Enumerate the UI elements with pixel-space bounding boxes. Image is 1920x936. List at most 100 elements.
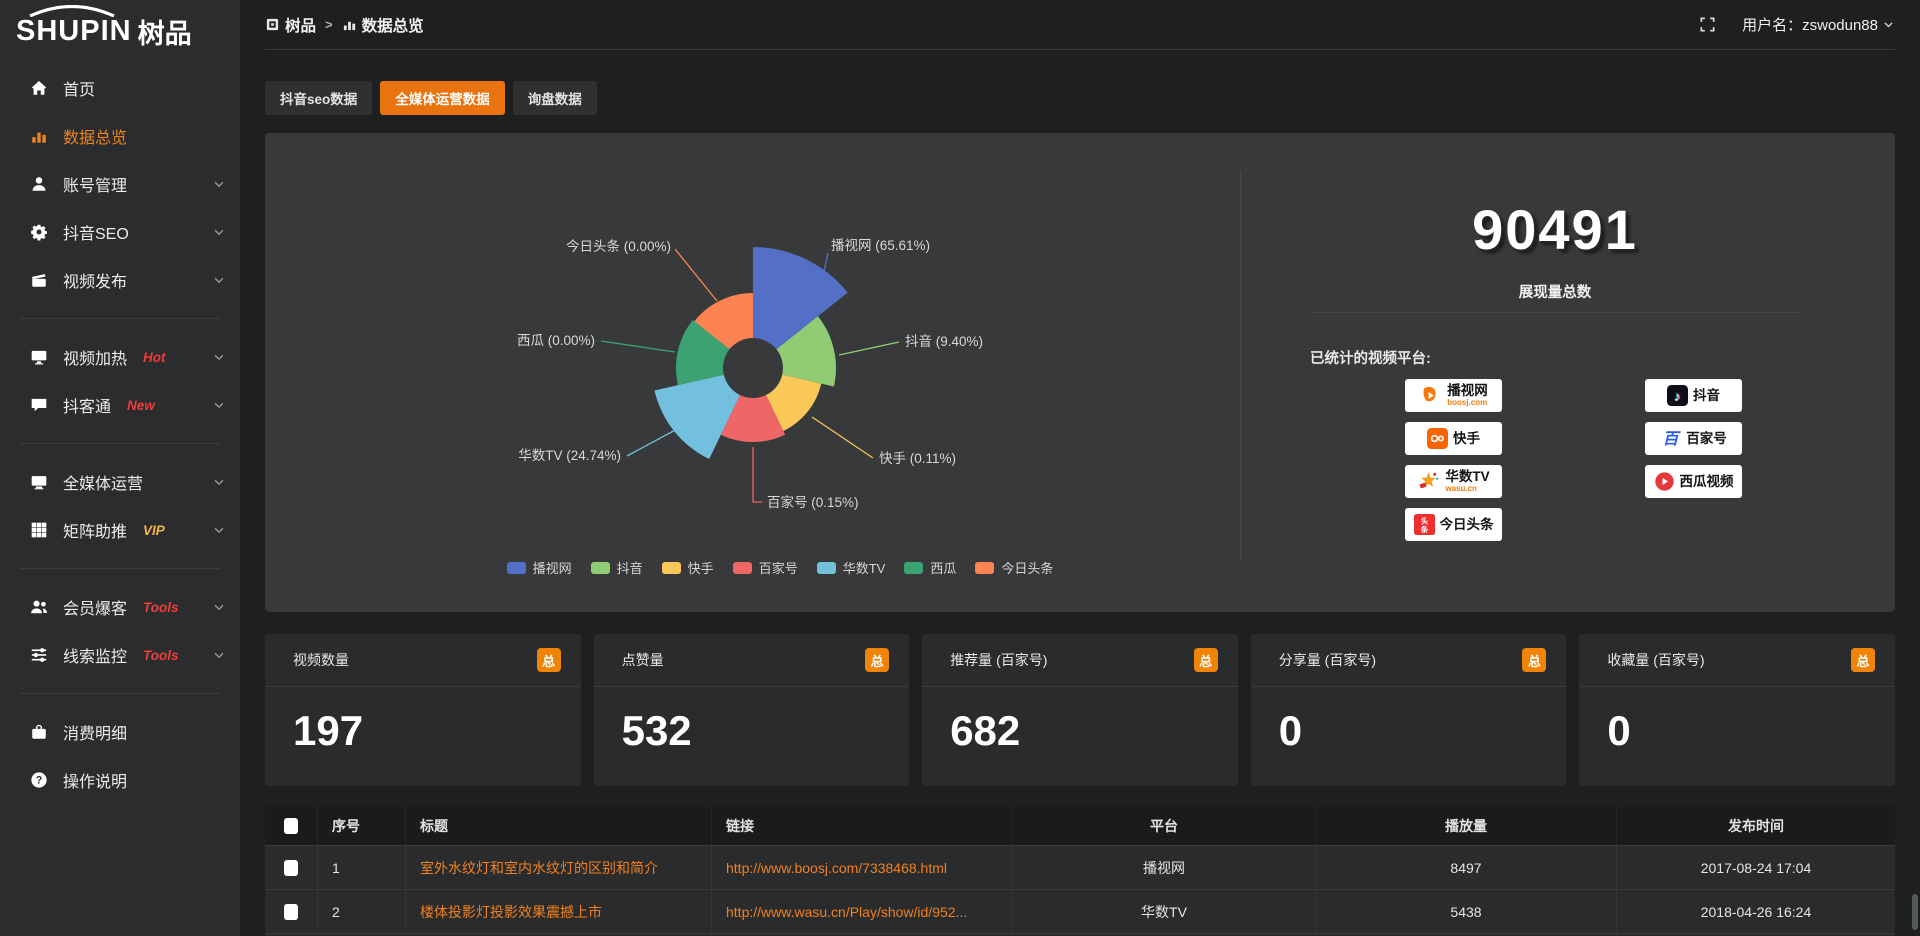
fullscreen-icon[interactable] <box>1699 16 1716 33</box>
users-icon <box>30 598 48 616</box>
douyin-logo-icon: ♪♪♪ <box>1667 385 1688 406</box>
tab-0[interactable]: 抖音seo数据 <box>265 81 372 115</box>
sidebar-item-badge: VIP <box>143 523 165 538</box>
svg-text:头: 头 <box>1420 515 1428 525</box>
sidebar-item-10[interactable]: 矩阵助推 VIP <box>0 506 240 554</box>
sidebar-item-label: 首页 <box>63 76 95 100</box>
pie-label: 华数TV (24.74%) <box>518 448 621 463</box>
breadcrumb-current[interactable]: 数据总览 <box>342 14 424 36</box>
sidebar-item-badge: Tools <box>143 648 179 663</box>
chevron-down-icon <box>1882 18 1895 31</box>
legend-item-播视网[interactable]: 播视网 <box>507 558 572 577</box>
app-square-icon <box>265 17 280 32</box>
heat-icon <box>30 348 48 366</box>
sidebar-item-4[interactable]: 视频发布 <box>0 256 240 304</box>
sidebar-item-label: 矩阵助推 <box>63 518 127 542</box>
chevron-down-icon <box>212 523 226 537</box>
sidebar-item-label: 视频发布 <box>63 268 127 292</box>
sidebar-item-2[interactable]: 账号管理 <box>0 160 240 208</box>
legend-label: 今日头条 <box>1001 558 1053 577</box>
sidebar-item-label: 操作说明 <box>63 768 127 792</box>
tab-1[interactable]: 全媒体运营数据 <box>380 81 505 115</box>
platform-badge-西瓜视频: 西瓜视频 <box>1645 465 1742 498</box>
sidebar-item-7[interactable]: 抖客通 New <box>0 381 240 429</box>
boosj-logo-icon <box>1419 384 1442 407</box>
video-url-link[interactable]: http://www.boosj.com/7338468.html <box>726 860 947 876</box>
legend-swatch <box>591 562 610 574</box>
username-menu[interactable]: 用户名：zswodun88 <box>1742 14 1895 35</box>
row-checkbox[interactable] <box>284 904 298 920</box>
data-tabs: 抖音seo数据全媒体运营数据询盘数据 <box>265 81 597 115</box>
svg-text:条: 条 <box>1419 524 1428 534</box>
scrollbar-thumb[interactable] <box>1912 894 1918 930</box>
sidebar-item-6[interactable]: 视频加热 Hot <box>0 333 240 381</box>
sidebar-item-label: 账号管理 <box>63 172 127 196</box>
platforms-label: 已统计的视频平台: <box>1310 347 1431 368</box>
sidebar-item-13[interactable]: 线索监控 Tools <box>0 631 240 679</box>
legend-item-百家号[interactable]: 百家号 <box>733 558 798 577</box>
stat-card-value: 197 <box>265 687 581 755</box>
total-badge: 总 <box>1522 648 1546 672</box>
legend-label: 播视网 <box>533 558 572 577</box>
legend-label: 快手 <box>688 558 714 577</box>
stat-cards-row: 视频数量 总 197 点赞量 总 532 推荐量 (百家号) 总 682 分享量… <box>265 634 1895 786</box>
sidebar-item-3[interactable]: 抖音SEO <box>0 208 240 256</box>
sidebar-menu: 首页 数据总览 账号管理 抖音SEO 视频发布 视频加热 Hot <box>0 62 240 804</box>
tab-2[interactable]: 询盘数据 <box>513 81 597 115</box>
cell-no: 1 <box>318 846 406 889</box>
pie-leader-line <box>753 447 762 502</box>
legend-item-西瓜[interactable]: 西瓜 <box>904 558 956 577</box>
row-checkbox[interactable] <box>284 860 298 876</box>
platform-badge-label: 西瓜视频 <box>1680 475 1734 489</box>
breadcrumb-root[interactable]: 树品 <box>265 14 316 36</box>
app-logo: SHUPIN 树品 <box>0 0 240 62</box>
logo-text-en: SHUPIN <box>16 15 132 48</box>
pane-divider <box>1310 312 1800 313</box>
breadcrumb-separator: > <box>325 17 333 32</box>
video-title-link[interactable]: 室外水纹灯和室内水纹灯的区别和简介 <box>420 858 658 878</box>
pie-leader-line <box>601 341 675 352</box>
total-badge: 总 <box>1851 648 1875 672</box>
col-header-no: 序号 <box>318 806 406 845</box>
sidebar-item-9[interactable]: 全媒体运营 <box>0 458 240 506</box>
legend-item-快手[interactable]: 快手 <box>662 558 714 577</box>
legend-item-抖音[interactable]: 抖音 <box>591 558 643 577</box>
sidebar-item-1[interactable]: 数据总览 <box>0 112 240 160</box>
impressions-total: 90491 <box>1310 197 1800 262</box>
sidebar-item-0[interactable]: 首页 <box>0 64 240 112</box>
sidebar-item-16[interactable]: ? 操作说明 <box>0 756 240 804</box>
platform-badge-今日头条: 头条 今日头条 <box>1405 508 1502 541</box>
col-header-link: 链接 <box>712 806 1013 845</box>
chevron-down-icon <box>212 350 226 364</box>
help-icon: ? <box>30 771 48 789</box>
legend-swatch <box>975 562 994 574</box>
legend-item-华数TV[interactable]: 华数TV <box>817 558 886 577</box>
overview-panel: 播视网 (65.61%)抖音 (9.40%)快手 (0.11%)百家号 (0.1… <box>265 133 1895 612</box>
chart-icon <box>30 127 48 145</box>
stat-card-value: 532 <box>594 687 910 755</box>
sidebar-item-15[interactable]: 消费明细 <box>0 708 240 756</box>
platform-badge-sublabel: boosj.com <box>1447 399 1488 407</box>
legend-swatch <box>817 562 836 574</box>
platform-badges-right: ♪♪♪ 抖音 百 百家号 西瓜视频 <box>1645 379 1742 498</box>
legend-item-今日头条[interactable]: 今日头条 <box>975 558 1053 577</box>
cell-time: 2018-04-26 16:24 <box>1617 890 1895 933</box>
video-url-link[interactable]: http://www.wasu.cn/Play/show/id/952... <box>726 904 967 920</box>
sidebar-item-label: 抖客通 <box>63 393 111 417</box>
pie-slice-华数TV[interactable] <box>655 375 741 459</box>
stat-card-0: 视频数量 总 197 <box>265 634 581 786</box>
sidebar-item-12[interactable]: 会员爆客 Tools <box>0 583 240 631</box>
cell-no: 2 <box>318 890 406 933</box>
total-badge: 总 <box>537 648 561 672</box>
pie-label: 抖音 (9.40%) <box>905 333 983 349</box>
video-title-link[interactable]: 楼体投影灯投影效果震撼上市 <box>420 902 602 922</box>
gear-icon <box>30 223 48 241</box>
legend-swatch <box>904 562 923 574</box>
sidebar-item-label: 视频加热 <box>63 345 127 369</box>
select-all-checkbox[interactable] <box>284 818 298 834</box>
stat-card-value: 0 <box>1251 687 1567 755</box>
sidebar-item-label: 消费明细 <box>63 720 127 744</box>
cell-time: 2017-08-24 17:04 <box>1617 846 1895 889</box>
app-root: SHUPIN 树品 首页 数据总览 账号管理 抖音SEO 视频发布 <box>0 0 1920 936</box>
pie-label: 播视网 (65.61%) <box>831 238 930 253</box>
